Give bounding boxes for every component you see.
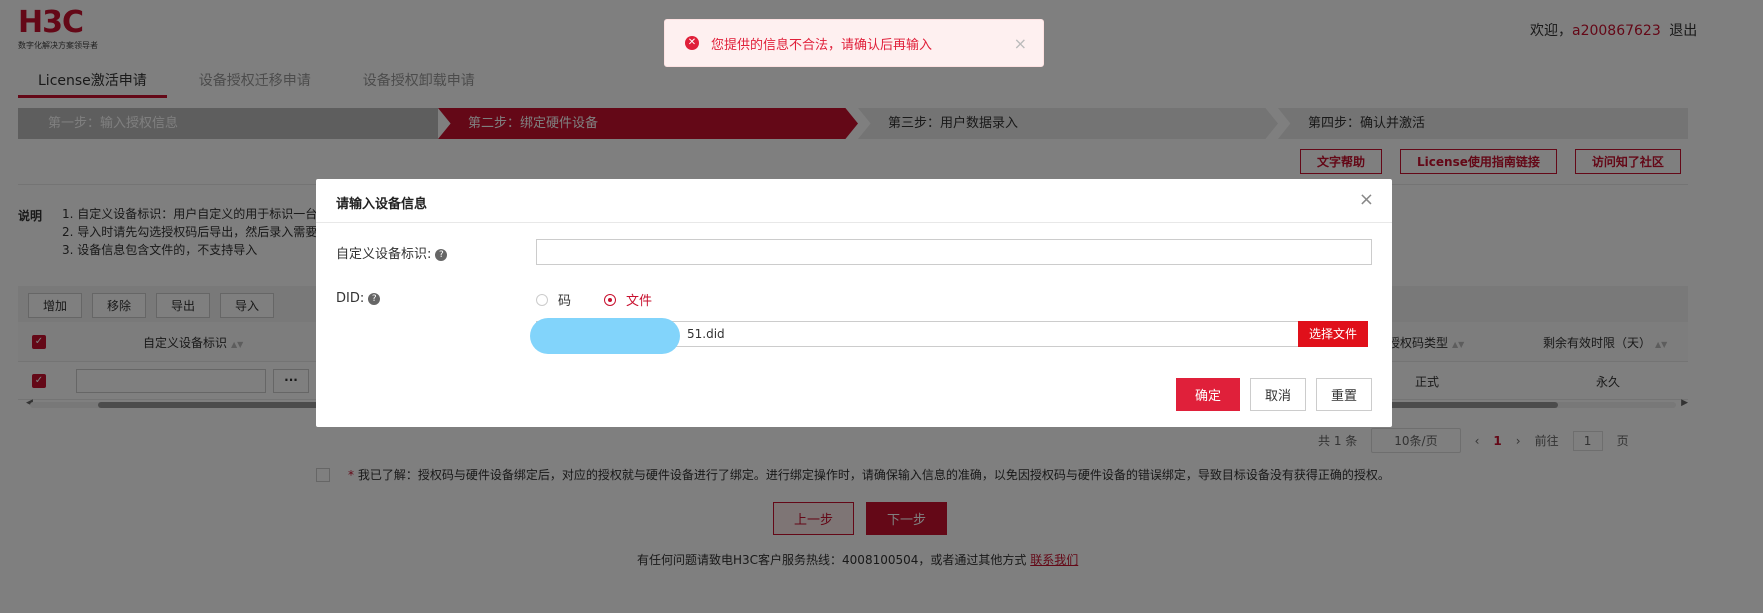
confirm-button[interactable]: 确定 — [1175, 378, 1240, 411]
radio-circle-selected[interactable] — [604, 293, 616, 306]
radio-circle[interactable] — [536, 293, 548, 306]
radio-file-label: 文件 — [626, 294, 653, 309]
custom-id-input[interactable] — [536, 239, 1372, 265]
choose-file-button[interactable]: 选择文件 — [1298, 321, 1368, 347]
radio-code[interactable]: 码 — [536, 290, 571, 309]
redacted-region — [530, 318, 680, 354]
toast-message: 您提供的信息不合法，请确认后再输入 — [711, 37, 933, 53]
device-info-dialog: 请输入设备信息 × 自定义设备标识:? DID:? 码 文件 51.did 选择… — [316, 179, 1392, 427]
toast-close-icon[interactable]: × — [1014, 34, 1027, 53]
help-icon[interactable]: ? — [368, 293, 381, 305]
file-name: 51.did — [687, 327, 725, 341]
error-toast: ✕ 您提供的信息不合法，请确认后再输入 × — [664, 19, 1044, 67]
reset-button[interactable]: 重置 — [1315, 378, 1372, 411]
radio-file[interactable]: 文件 — [604, 290, 652, 309]
did-label: DID:? — [336, 291, 381, 306]
error-icon: ✕ — [685, 36, 699, 50]
custom-id-label: 自定义设备标识:? — [336, 243, 448, 262]
close-icon[interactable]: × — [1359, 189, 1374, 210]
radio-code-label: 码 — [558, 294, 572, 309]
help-icon[interactable]: ? — [435, 249, 448, 261]
dialog-footer: 确定 取消 重置 — [1175, 378, 1372, 411]
dialog-title: 请输入设备信息 — [336, 197, 428, 212]
cancel-button[interactable]: 取消 — [1249, 378, 1306, 411]
dialog-header: 请输入设备信息 × — [316, 179, 1392, 223]
